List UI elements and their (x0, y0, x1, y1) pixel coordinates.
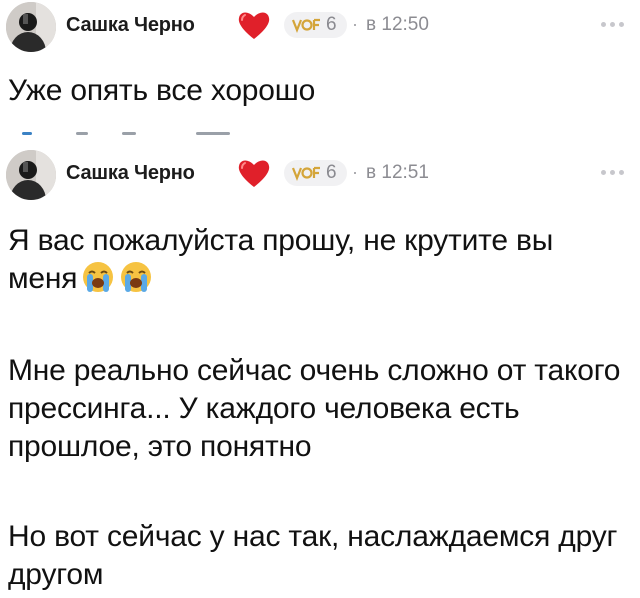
heart-icon (238, 160, 270, 187)
paragraph-text: Мне реально сейчас очень сложно от таког… (8, 354, 621, 463)
level-badge[interactable]: 6 (284, 12, 347, 38)
more-dots-icon[interactable] (601, 22, 624, 27)
level-badge[interactable]: 6 (284, 160, 347, 186)
author-name[interactable]: Сашка Черно (66, 162, 195, 185)
author-name[interactable]: Сашка Черно (66, 14, 195, 37)
post-header: Сашка Черно 6 · в 12:50 (0, 0, 640, 60)
badge-count: 6 (326, 162, 337, 183)
post-paragraph: Я вас пожалуйста прошу, не крутите вы ме… (8, 222, 628, 298)
avatar[interactable] (6, 150, 56, 200)
heart-icon (238, 12, 270, 39)
paragraph-text: Но вот сейчас у нас так, наслаждаемся др… (8, 520, 618, 591)
post-text: Уже опять все хорошо (8, 74, 316, 107)
meta-separator: · (352, 14, 358, 34)
more-dots-icon[interactable] (601, 170, 624, 175)
post-time[interactable]: в 12:51 (366, 162, 429, 184)
post-time[interactable]: в 12:50 (366, 14, 429, 36)
post-paragraph: Мне реально сейчас очень сложно от таког… (8, 352, 628, 466)
loudly-crying-face-icon (83, 262, 114, 292)
avatar[interactable] (6, 2, 56, 52)
post-paragraph: Но вот сейчас у нас так, наслаждаемся др… (8, 518, 628, 594)
post-header: Сашка Черно 6 · в 12:51 (0, 148, 640, 208)
level-badge-icon (292, 166, 320, 181)
meta-separator: · (352, 162, 358, 182)
loudly-crying-face-icon (121, 262, 152, 292)
reaction-bar-cut (0, 124, 300, 136)
badge-count: 6 (326, 14, 337, 35)
level-badge-icon (292, 18, 320, 33)
